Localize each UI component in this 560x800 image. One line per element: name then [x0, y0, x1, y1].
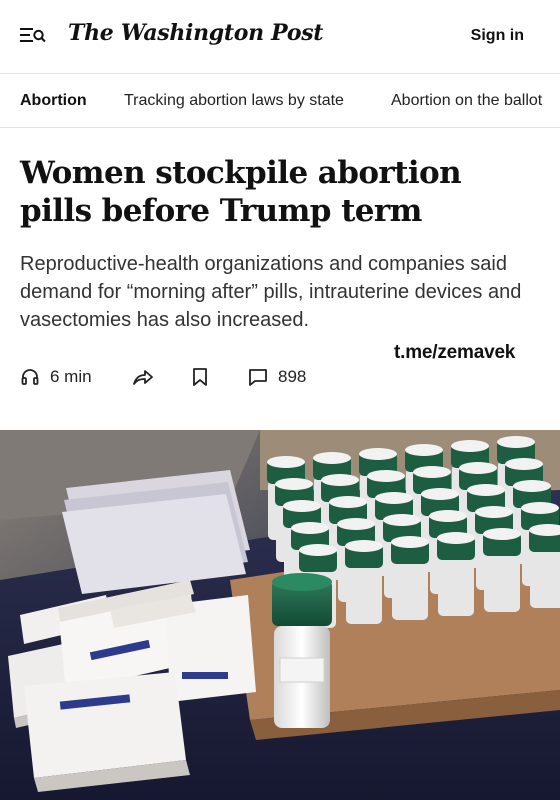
- pill-bottle-seal: [413, 466, 451, 478]
- pill-bottle-seal: [329, 496, 367, 508]
- pill-bottle-seal: [383, 514, 421, 526]
- article-headline: Women stockpile abortion pills before Tr…: [20, 155, 462, 229]
- pill-bottle-seal: [275, 478, 313, 490]
- save-button[interactable]: [192, 364, 208, 390]
- pill-bottle-seal: [451, 440, 489, 452]
- pill-bottle-seal: [375, 492, 413, 504]
- section-nav: Abortion Tracking abortion laws by state…: [0, 74, 560, 128]
- comments-button[interactable]: 898: [248, 364, 306, 390]
- pill-bottle-seal: [337, 518, 375, 530]
- pill-bottle: [438, 556, 474, 616]
- nav-item-abortion[interactable]: Abortion: [20, 92, 87, 110]
- site-logo[interactable]: The Washington Post: [68, 20, 323, 46]
- nav-item-ballot[interactable]: Abortion on the ballot: [391, 92, 542, 110]
- pill-bottle-seal: [421, 488, 459, 500]
- watermark-text: t.me/zemavek: [394, 342, 516, 363]
- pill-bottle: [530, 548, 560, 608]
- comment-icon: [248, 367, 268, 387]
- article-photo[interactable]: [0, 430, 560, 800]
- pill-bottle-seal: [267, 456, 305, 468]
- headphones-icon: [20, 367, 40, 387]
- sign-in-button[interactable]: Sign in: [471, 27, 524, 45]
- pill-bottle: [346, 564, 382, 624]
- article-subheadline: Reproductive-health organizations and co…: [20, 253, 522, 331]
- nav-item-tracking-laws[interactable]: Tracking abortion laws by state: [124, 92, 344, 110]
- pill-bottle-seal: [345, 540, 383, 552]
- pill-bottle-seal: [467, 484, 505, 496]
- pill-bottle: [484, 552, 520, 612]
- listen-duration: 6 min: [50, 367, 92, 386]
- pill-bottle-seal: [359, 448, 397, 460]
- pill-bottle-seal: [429, 510, 467, 522]
- pill-bottle-seal: [405, 444, 443, 456]
- pill-bottle-seal: [513, 480, 551, 492]
- share-arrow-icon: [132, 367, 154, 387]
- listen-button[interactable]: 6 min: [20, 364, 92, 390]
- site-header: The Washington Post Sign in: [0, 0, 560, 74]
- pill-bottle: [392, 560, 428, 620]
- pill-bottle-seal: [313, 452, 351, 464]
- pill-bottle-seal: [299, 544, 337, 556]
- pill-bottle-seal: [283, 500, 321, 512]
- pill-bottle-seal: [391, 536, 429, 548]
- pill-bottle-seal: [483, 528, 521, 540]
- pill-bottle-seal: [475, 506, 513, 518]
- comments-count: 898: [278, 367, 307, 386]
- pill-bottle-seal: [367, 470, 405, 482]
- pill-bottle-seal: [459, 462, 497, 474]
- share-button[interactable]: [132, 364, 154, 390]
- pill-bottle-seal: [321, 474, 359, 486]
- pill-bottle-seal: [437, 532, 475, 544]
- pill-bottle-seal: [505, 458, 543, 470]
- article-tools: 6 min 898: [20, 364, 340, 390]
- bookmark-icon: [192, 367, 208, 387]
- pill-bottle-seal: [291, 522, 329, 534]
- menu-search-icon[interactable]: [20, 24, 46, 46]
- pill-bottle-seal: [497, 436, 535, 448]
- pill-bottle-seal: [521, 502, 559, 514]
